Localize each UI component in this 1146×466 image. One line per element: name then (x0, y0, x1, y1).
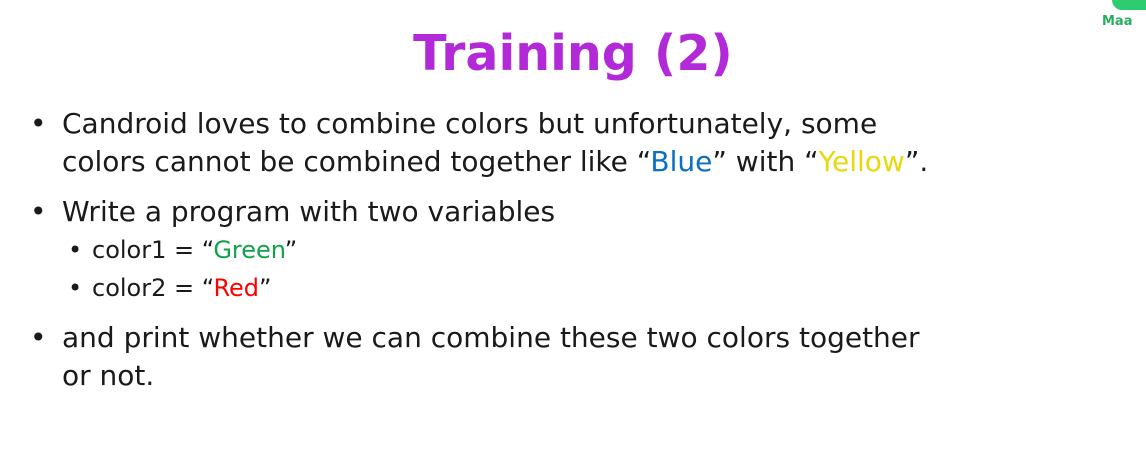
bullet-line-post: ”. (904, 145, 929, 178)
bullet-item-write-program: • Write a program with two variables (0, 193, 1146, 231)
bullet-item-combine-colors: • Candroid loves to combine colors but u… (0, 105, 1146, 181)
color-word-yellow: Yellow (818, 145, 905, 178)
variable-assignment: color1 = “ (92, 236, 214, 264)
bullet-text: Write a program with two variables (62, 195, 556, 228)
sub-list-container: • color1 = “Green” • color2 = “Red” (0, 231, 1146, 307)
bullet-line: or not. (62, 359, 155, 392)
bullet-line: Candroid loves to combine colors but unf… (62, 107, 878, 140)
bullet-dot-icon: • (68, 274, 83, 302)
bullet-item-print-result: • and print whether we can combine these… (0, 319, 1146, 395)
closing-quote: ” (284, 236, 298, 264)
bullet-dot-icon: • (68, 236, 83, 264)
variable-assignment: color2 = “ (92, 274, 214, 302)
bullet-line-pre: colors cannot be combined together like … (62, 145, 651, 178)
bullet-dot-icon: • (30, 107, 47, 140)
bullet-text: and print whether we can combine these t… (0, 319, 1146, 395)
logo-mark-icon (1112, 0, 1146, 10)
sub-bullet-text: color1 = “Green” (0, 231, 1146, 269)
color-word-blue: Blue (650, 145, 713, 178)
bullet-list: • Candroid loves to combine colors but u… (0, 105, 1146, 407)
sub-bullet-color2: • color2 = “Red” (0, 269, 1146, 307)
slide-title: Training (2) (413, 25, 733, 82)
bullet-line-mid: ” with “ (712, 145, 819, 178)
color-word-green: Green (213, 236, 285, 264)
sub-bullet-text: color2 = “Red” (0, 269, 1146, 307)
color-word-red: Red (213, 274, 260, 302)
bullet-text: Candroid loves to combine colors but unf… (0, 105, 1146, 181)
bullet-dot-icon: • (30, 195, 47, 228)
bullet-line: and print whether we can combine these t… (62, 321, 920, 354)
closing-quote: ” (259, 274, 272, 302)
sub-bullet-color1: • color1 = “Green” (0, 231, 1146, 269)
sub-bullet-list: • color1 = “Green” • color2 = “Red” (0, 231, 1146, 307)
bullet-dot-icon: • (30, 321, 47, 354)
